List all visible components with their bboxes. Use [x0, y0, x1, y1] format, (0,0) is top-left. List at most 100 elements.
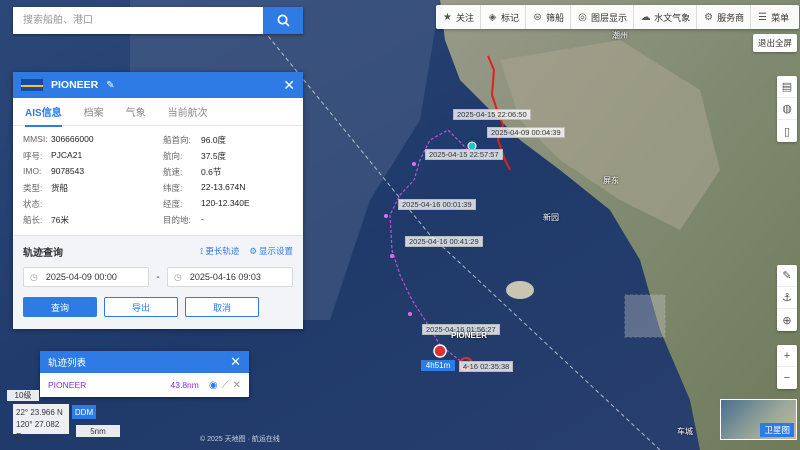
tab-archive[interactable]: 档案: [84, 98, 104, 126]
eye-icon[interactable]: ◉: [209, 380, 218, 391]
end-date-input[interactable]: ◷ 2025-04-16 09:03: [167, 267, 293, 287]
search-input[interactable]: [13, 7, 263, 34]
search-button[interactable]: [263, 7, 303, 34]
info-row: 纬度: 22-13.674N: [163, 182, 246, 193]
map-copyright: © 2025 天地图 · 航运在线: [200, 436, 280, 443]
globe-icon[interactable]: ◍: [777, 98, 797, 120]
ais-info-grid: MMSI: 306666000 船首向: 96.0度 呼号: PJCA21 航向: 37…: [13, 126, 303, 225]
track-list-header: 轨迹列表 ✕: [40, 351, 249, 373]
satellite-layer-toggle[interactable]: 卫星图: [720, 399, 797, 440]
service-icon: ⚙: [704, 11, 714, 23]
exit-fullscreen-button[interactable]: 退出全屏: [753, 34, 797, 52]
zoom-controls: + −: [777, 345, 797, 389]
layers-icon: ◎: [578, 11, 587, 23]
date-range: ◷ 2025-04-09 00:00 - ◷ 2025-04-16 09:03: [23, 267, 293, 287]
track-query-title: 轨迹查询: [23, 247, 63, 259]
right-tools-measure: ✎ ⚓ ⊕: [777, 265, 797, 331]
clock-icon: ◷: [30, 271, 38, 282]
anchor-icon[interactable]: ⚓: [777, 287, 797, 309]
info-row: 船首向: 96.0度: [163, 135, 227, 145]
toolbar-service[interactable]: ⚙ 服务商: [697, 5, 752, 29]
chart-icon[interactable]: ⟋: [222, 380, 229, 391]
tab-ais-info[interactable]: AIS信息: [25, 98, 62, 127]
date-separator: -: [156, 271, 160, 283]
info-row: 状态:: [23, 199, 43, 209]
track-timestamp: 2025-04-09 00:04:39: [487, 127, 565, 138]
search-bar: [13, 7, 303, 34]
town-label: 潮州: [612, 31, 628, 40]
star-icon: ★: [443, 11, 452, 23]
display-settings-link[interactable]: ⚙ 显示设置: [249, 245, 293, 257]
town-label: 屏东: [603, 176, 619, 185]
ship-map-label[interactable]: PIONEER: [451, 331, 487, 340]
weather-icon: ☁: [640, 11, 651, 23]
track-ship-name: PIONEER: [48, 380, 87, 390]
phone-icon[interactable]: ▯: [777, 120, 797, 142]
ship-info-panel: PIONEER ✎ ✕ AIS信息 档案 气象 当前航次 MMSI: 306666…: [13, 72, 303, 329]
filter-icon: ⊜: [533, 11, 542, 23]
flag-icon: [21, 79, 43, 91]
menu-icon: ☰: [758, 11, 768, 23]
track-list-item[interactable]: PIONEER 43.8nm ◉ ⟋ ✕: [40, 373, 249, 397]
toolbar-weather[interactable]: ☁ 水文气象: [634, 5, 698, 29]
track-query-section: 轨迹查询 ⟟ 更长轨迹 ⚙ 显示设置 ◷ 2025-04-09 00:00 - ◷ 20…: [13, 235, 303, 329]
longitude-readout: 120° 27.082 E: [16, 420, 60, 441]
track-list-title: 轨迹列表: [48, 358, 87, 369]
track-query-header: 轨迹查询 ⟟ 更长轨迹 ⚙ 显示设置: [23, 244, 293, 259]
info-row: 目的地: -: [163, 214, 204, 225]
tab-current-voyage[interactable]: 当前航次: [168, 98, 208, 126]
info-row: 呼号: PJCA21: [23, 150, 83, 161]
query-button[interactable]: 查询: [23, 297, 97, 317]
cursor-coordinates: 22° 23.966 N 120° 27.082 E: [13, 404, 69, 441]
info-row: 航向: 37.5度: [163, 151, 227, 161]
close-icon[interactable]: ✕: [233, 380, 241, 391]
info-row: 经度: 120-12.340E: [163, 198, 250, 209]
track-list-panel: 轨迹列表 ✕ PIONEER 43.8nm ◉ ⟋ ✕: [40, 351, 249, 397]
clock-icon: ◷: [174, 271, 182, 282]
zoom-level: 10级: [7, 390, 39, 401]
export-button[interactable]: 导出: [104, 297, 178, 317]
top-toolbar: ★ 关注 ◈ 标记 ⊜ 筛船 ◎ 图层显示 ☁ 水文气象 ⚙ 服务商 ☰ 菜单: [436, 5, 799, 29]
toolbar-filter[interactable]: ⊜ 筛船: [526, 5, 572, 29]
track-timestamp: 2025-04-16 00:01:39: [398, 199, 476, 210]
right-tools-top: ▤ ◍ ▯: [777, 76, 797, 142]
zoom-out-icon[interactable]: −: [777, 367, 797, 389]
app-root: 2025-04-15 22:06:50 2025-04-09 00:04:39 …: [0, 0, 800, 450]
panel-tabs: AIS信息 档案 气象 当前航次: [13, 98, 303, 127]
edit-icon[interactable]: ✎: [106, 80, 114, 91]
toolbar-layers[interactable]: ◎ 图层显示: [571, 5, 635, 29]
route-icon: ⟟: [200, 245, 204, 256]
track-buttons: 查询 导出 取消: [23, 297, 293, 317]
toolbar-menu[interactable]: ☰ 菜单: [751, 5, 795, 29]
panel-header: PIONEER ✎ ✕: [13, 72, 303, 98]
town-label: 车城: [677, 427, 693, 436]
toolbar-follow[interactable]: ★ 关注: [436, 5, 482, 29]
satellite-label: 卫星图: [760, 423, 794, 437]
track-timestamp: 4-16 02:35:38: [459, 361, 514, 372]
gear-icon: ⚙: [249, 245, 257, 256]
track-distance: 43.8nm: [170, 380, 199, 390]
close-icon[interactable]: ✕: [230, 354, 241, 370]
zoom-in-icon[interactable]: +: [777, 345, 797, 367]
latitude-readout: 22° 23.966 N: [16, 408, 63, 417]
longer-track-link[interactable]: ⟟ 更长轨迹: [200, 245, 239, 257]
locate-icon[interactable]: ⊕: [777, 309, 797, 331]
toolbar-mark[interactable]: ◈ 标记: [481, 5, 527, 29]
info-row: IMO: 9078543: [23, 166, 85, 176]
ship-name: PIONEER: [51, 79, 99, 91]
town-label: 新园: [543, 213, 559, 222]
ruler-icon[interactable]: ✎: [777, 265, 797, 287]
coord-format-toggle[interactable]: DDM: [72, 405, 96, 419]
tab-weather[interactable]: 气象: [126, 98, 146, 126]
track-timestamp: 2025-04-15 22:57:57: [425, 149, 503, 160]
close-icon[interactable]: ✕: [283, 77, 295, 94]
mark-icon: ◈: [488, 11, 497, 23]
ship-icon[interactable]: ▤: [777, 76, 797, 98]
track-timestamp: 2025-04-15 22:06:50: [453, 109, 531, 120]
info-row: MMSI: 306666000: [23, 134, 94, 144]
start-date-input[interactable]: ◷ 2025-04-09 00:00: [23, 267, 149, 287]
info-row: 类型: 货船: [23, 183, 69, 193]
scale-bar: 5nm: [76, 425, 120, 437]
cancel-button[interactable]: 取消: [185, 297, 259, 317]
track-duration-badge: 4h51m: [421, 360, 455, 371]
